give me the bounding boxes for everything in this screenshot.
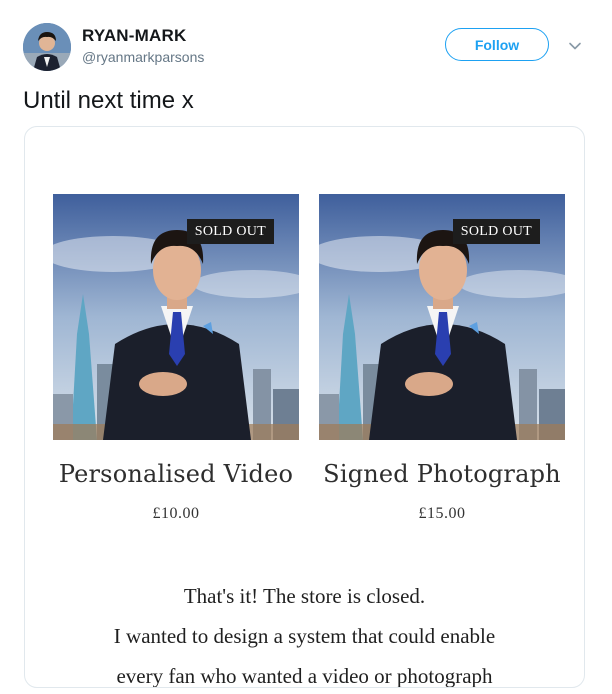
follow-button[interactable]: Follow — [445, 28, 549, 61]
user-handle[interactable]: @ryanmarkparsons — [82, 49, 204, 65]
product-image[interactable]: SOLD OUT — [319, 194, 565, 440]
product-title[interactable]: Personalised Video — [41, 460, 311, 488]
product-image[interactable]: SOLD OUT — [53, 194, 299, 440]
description-text: I wanted to design a system that could e… — [113, 624, 496, 648]
product-title[interactable]: Signed Photograph — [307, 460, 577, 488]
sold-out-badge: SOLD OUT — [452, 219, 540, 244]
avatar[interactable] — [23, 23, 71, 71]
product-price: £15.00 — [418, 505, 466, 522]
description-text: every fan who wanted a video or photogra… — [116, 664, 493, 688]
product-price: £10.00 — [152, 505, 200, 522]
link-card[interactable]: SOLD OUT SOLD OUT Personalised Video £10… — [24, 126, 585, 688]
tweet-text: Until next time x — [23, 87, 194, 114]
store-closed-text: That's it! The store is closed. — [183, 584, 426, 608]
chevron-down-icon[interactable] — [567, 38, 583, 54]
sold-out-badge: SOLD OUT — [186, 219, 274, 244]
display-name[interactable]: RYAN-MARK — [82, 26, 186, 46]
